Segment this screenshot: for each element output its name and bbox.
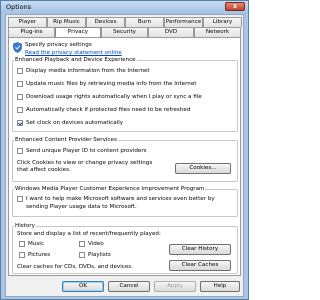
display-media-info-label: Display media information from the Inter… [26,68,150,74]
tab-player[interactable]: Player [8,17,47,27]
tab-security[interactable]: Security [101,27,148,37]
tab-rip-music[interactable]: Rip Music [47,17,86,27]
cookies-button[interactable]: Cookies... [175,163,231,174]
help-button[interactable]: Help [200,281,240,292]
display-media-info-checkbox[interactable] [17,68,23,74]
ceip-title: Windows Media Player Customer Experience… [14,186,206,192]
ok-button[interactable]: OK [62,281,104,292]
history-title: History [14,223,36,229]
history-music-checkbox[interactable] [19,241,25,247]
history-music-label: Music [28,241,44,247]
clear-caches-description: Clear caches for CDs, DVDs, and devices. [17,264,133,270]
apply-button[interactable]: Apply [154,281,196,292]
history-video-checkbox[interactable] [79,241,85,247]
tab-dvd[interactable]: DVD [148,27,194,37]
history-description: Store and display a list of recent/frequ… [17,231,161,237]
privacy-shield-icon [13,42,22,53]
check-protected-files-label: Automatically check if protected files n… [26,107,191,113]
send-player-id-checkbox[interactable] [17,148,23,154]
clear-history-button[interactable]: Clear History [169,244,231,255]
download-usage-rights-checkbox[interactable] [17,94,23,100]
cookies-description-line2: that affect cookies. [17,167,71,173]
cancel-button[interactable]: Cancel [108,281,150,292]
download-usage-rights-label: Download usage rights automatically when… [26,94,202,100]
update-music-files-checkbox[interactable] [17,81,23,87]
set-clock-label: Set clock on devices automatically [26,120,124,126]
privacy-heading: Specify privacy settings [25,42,92,48]
clear-caches-button[interactable]: Clear Caches [169,260,231,271]
history-playlists-label: Playlists [88,252,111,258]
ceip-checkbox[interactable] [17,196,23,202]
history-playlists-checkbox[interactable] [79,252,85,258]
tab-performance[interactable]: Performance [164,17,203,27]
options-window: Options x Player Rip Music Devices Burn … [0,0,249,300]
ceip-group [12,189,238,217]
tab-library[interactable]: Library [203,17,242,27]
tab-plug-ins[interactable]: Plug-ins [8,27,55,37]
tab-devices[interactable]: Devices [86,17,125,27]
window-title: Options [6,3,32,11]
cookies-description-line1: Click Cookies to view or change privacy … [17,160,153,166]
privacy-statement-link[interactable]: Read the privacy statement online [25,50,122,56]
close-button[interactable]: x [225,2,245,11]
enhanced-playback-title: Enhanced Playback and Device Experience [14,57,137,63]
check-protected-files-checkbox[interactable] [17,107,23,113]
content-provider-title: Enhanced Content Provider Services [14,137,118,143]
send-player-id-label: Send unique Player ID to content provide… [26,148,147,154]
privacy-panel: Specify privacy settings Read the privac… [8,37,241,276]
dialog-client: Player Rip Music Devices Burn Performanc… [5,14,244,297]
tab-burn[interactable]: Burn [125,17,164,27]
tab-row-top: Player Rip Music Devices Burn Performanc… [8,17,242,27]
history-pictures-label: Pictures [28,252,51,258]
history-pictures-checkbox[interactable] [19,252,25,258]
update-music-files-label: Update music files by retrieving media i… [26,81,197,87]
ceip-label-line2: sending Player usage data to Microsoft. [26,204,137,210]
set-clock-checkbox[interactable] [17,120,23,126]
history-video-label: Video [88,241,104,247]
ceip-label-line1: I want to help make Microsoft software a… [26,196,215,202]
tab-network[interactable]: Network [194,27,241,37]
title-bar[interactable]: Options x [1,1,248,13]
